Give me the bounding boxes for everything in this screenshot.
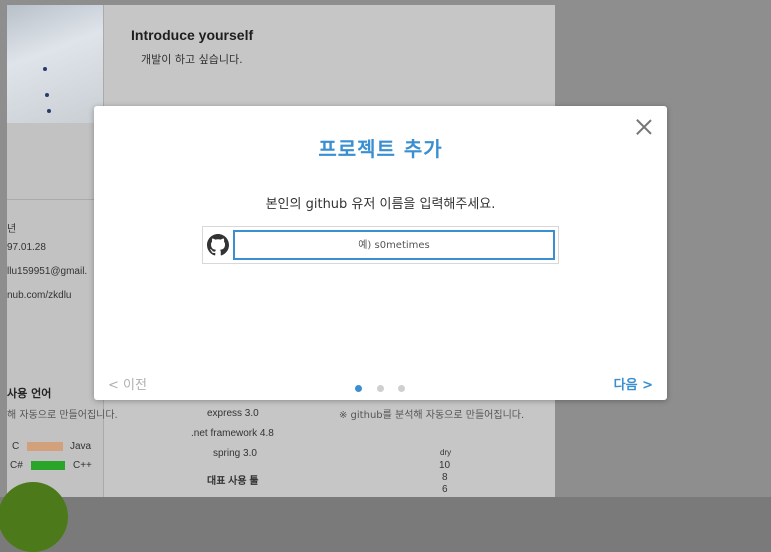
profile-photo [7,5,103,123]
step-indicator [355,385,415,393]
lang-legend-c: C [12,441,20,452]
intro-title: Introduce yourself [131,27,254,43]
lang-legend-csharp: C# [10,460,23,471]
intro-text: 개발이 하고 싶습니다. [141,53,243,66]
step-dot-2[interactable] [377,385,384,392]
auto-note-right: ※ github를 분석해 자동으로 만들어집니다. [339,410,525,421]
framework-item: .net framework 4.8 [191,428,274,439]
next-button[interactable]: 다음 > [614,374,653,393]
lang-bar-csharp [31,461,65,470]
language-pie [0,482,68,552]
lang-legend-java: Java [70,441,92,452]
prev-button[interactable]: < 이전 [108,374,147,393]
framework-item: express 3.0 [207,408,259,419]
info-birth: 97.01.28 [7,242,46,253]
add-project-modal: 프로젝트 추가 본인의 github 유저 이름을 입력해주세요. < 이전 다… [94,106,667,400]
info-github: nub.com/zkdlu [7,290,72,301]
language-title: 사용 언어 [7,387,52,400]
info-email: llu159951@gmail. [7,266,88,277]
modal-subtitle: 본인의 github 유저 이름을 입력해주세요. [265,197,496,212]
radar-tick: 6 [442,484,448,495]
framework-item: spring 3.0 [213,448,257,459]
radar-tick: 8 [442,472,448,483]
radar-tick: 10 [439,460,451,471]
auto-note-left: 해 자동으로 만들어집니다. [7,410,118,421]
lang-bar-c [27,442,63,451]
tools-title: 대표 사용 툴 [207,476,259,487]
lang-legend-cpp: C++ [73,460,92,471]
step-dot-3[interactable] [398,385,405,392]
github-username-input[interactable] [233,230,555,260]
info-name: 년 [7,224,17,235]
divider [7,199,103,200]
radar-label: dry [440,448,452,457]
modal-title: 프로젝트 추가 [318,137,443,161]
github-username-field [202,226,559,264]
step-dot-1[interactable] [355,385,362,392]
github-icon [207,234,229,256]
